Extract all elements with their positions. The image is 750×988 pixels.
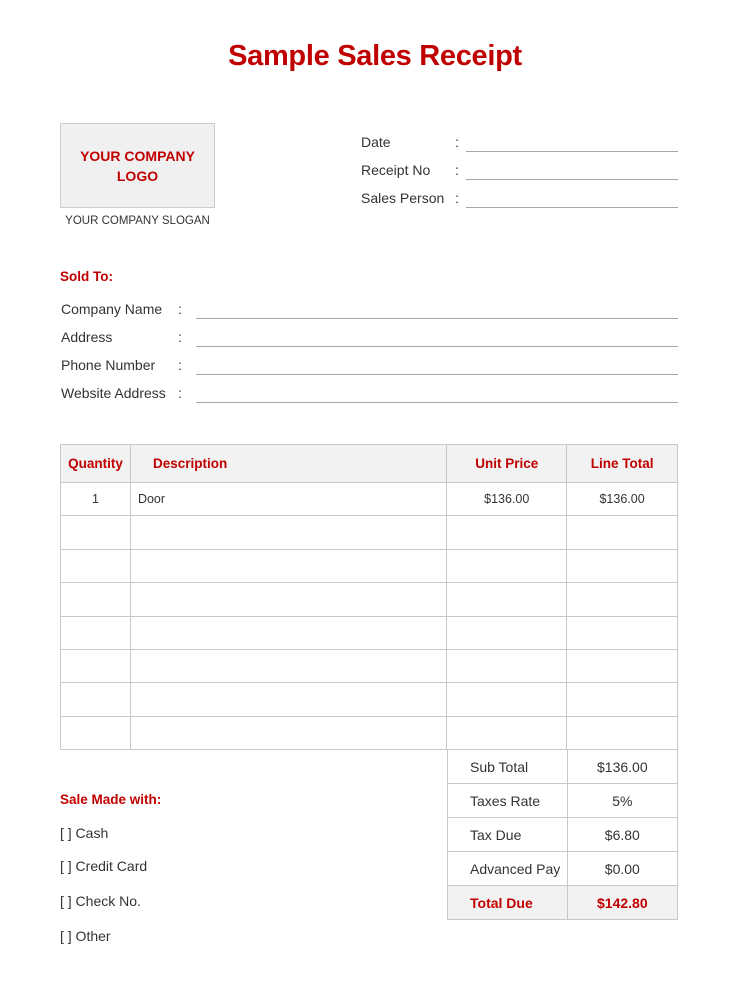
date-colon: :	[455, 134, 459, 150]
tax-due-label: Tax Due	[447, 817, 568, 852]
cell-line-total[interactable]	[566, 582, 678, 617]
table-row	[60, 715, 678, 751]
advanced-pay-value[interactable]: $0.00	[566, 851, 679, 886]
website-address-field[interactable]	[196, 402, 678, 403]
cell-quantity[interactable]	[60, 715, 131, 751]
cell-unit-price[interactable]	[446, 682, 568, 717]
cell-line-total[interactable]	[566, 715, 678, 751]
page-title: Sample Sales Receipt	[228, 40, 522, 72]
date-label: Date	[361, 134, 391, 150]
taxes-rate-label: Taxes Rate	[447, 783, 568, 818]
company-logo-placeholder: YOUR COMPANY LOGO	[60, 123, 215, 208]
summary-row-advanced-pay: Advanced Pay $0.00	[447, 851, 679, 886]
table-row	[60, 548, 678, 584]
table-row	[60, 515, 678, 550]
phone-number-colon: :	[178, 357, 182, 373]
sales-person-colon: :	[455, 190, 459, 206]
sales-person-label: Sales Person	[361, 190, 445, 206]
summary-row-tax-due: Tax Due $6.80	[447, 817, 679, 852]
summary-table: Sub Total $136.00 Taxes Rate 5% Tax Due …	[447, 749, 679, 920]
header-quantity: Quantity	[60, 444, 131, 483]
advanced-pay-label: Advanced Pay	[447, 851, 568, 886]
cell-unit-price[interactable]	[446, 548, 568, 584]
cell-description[interactable]	[129, 682, 448, 717]
sold-to-heading: Sold To:	[60, 269, 113, 284]
header-description: Description	[129, 444, 448, 483]
address-colon: :	[178, 329, 182, 345]
cell-unit-price[interactable]	[446, 615, 568, 650]
cell-unit-price[interactable]: $136.00	[446, 481, 568, 517]
table-row	[60, 682, 678, 717]
total-due-label: Total Due	[447, 885, 568, 920]
date-field[interactable]	[466, 151, 678, 152]
cell-description[interactable]	[129, 582, 448, 617]
payment-heading: Sale Made with:	[60, 792, 162, 807]
total-due-value[interactable]: $142.80	[566, 885, 679, 920]
address-field[interactable]	[196, 346, 678, 347]
table-row	[60, 648, 678, 684]
header-line-total: Line Total	[566, 444, 678, 483]
cell-unit-price[interactable]	[446, 582, 568, 617]
phone-number-label: Phone Number	[61, 357, 156, 373]
cell-line-total[interactable]	[566, 515, 678, 550]
payment-option-credit-card[interactable]: [ ] Credit Card	[60, 858, 147, 874]
cell-description[interactable]: Door	[129, 481, 448, 517]
cell-description[interactable]	[129, 515, 448, 550]
header-unit-price: Unit Price	[446, 444, 568, 483]
payment-option-check[interactable]: [ ] Check No.	[60, 893, 141, 909]
cell-description[interactable]	[129, 715, 448, 751]
cell-quantity[interactable]	[60, 515, 131, 550]
company-slogan: YOUR COMPANY SLOGAN	[65, 215, 210, 227]
sub-total-value[interactable]: $136.00	[566, 749, 679, 784]
summary-row-total-due: Total Due $142.80	[447, 885, 679, 920]
cell-unit-price[interactable]	[446, 648, 568, 684]
items-table: Quantity Description Unit Price Line Tot…	[60, 444, 678, 751]
cell-quantity[interactable]	[60, 615, 131, 650]
cell-line-total[interactable]: $136.00	[566, 481, 678, 517]
company-logo-text: YOUR COMPANY LOGO	[80, 147, 195, 184]
receipt-no-label: Receipt No	[361, 162, 431, 178]
website-address-colon: :	[178, 385, 182, 401]
sub-total-label: Sub Total	[447, 749, 568, 784]
receipt-no-colon: :	[455, 162, 459, 178]
address-label: Address	[61, 329, 113, 345]
cell-quantity[interactable]: 1	[60, 481, 131, 517]
cell-description[interactable]	[129, 548, 448, 584]
tax-due-value[interactable]: $6.80	[566, 817, 679, 852]
table-row	[60, 582, 678, 617]
cell-line-total[interactable]	[566, 682, 678, 717]
cell-quantity[interactable]	[60, 548, 131, 584]
cell-quantity[interactable]	[60, 682, 131, 717]
payment-option-cash[interactable]: [ ] Cash	[60, 825, 108, 841]
table-row	[60, 615, 678, 650]
payment-option-other[interactable]: [ ] Other	[60, 928, 111, 944]
cell-description[interactable]	[129, 615, 448, 650]
cell-unit-price[interactable]	[446, 715, 568, 751]
phone-number-field[interactable]	[196, 374, 678, 375]
cell-description[interactable]	[129, 648, 448, 684]
summary-row-sub-total: Sub Total $136.00	[447, 749, 679, 784]
website-address-label: Website Address	[61, 385, 166, 401]
table-row: 1 Door $136.00 $136.00	[60, 481, 678, 517]
company-name-field[interactable]	[196, 318, 678, 319]
cell-quantity[interactable]	[60, 648, 131, 684]
cell-line-total[interactable]	[566, 615, 678, 650]
taxes-rate-value[interactable]: 5%	[566, 783, 679, 818]
company-name-colon: :	[178, 301, 182, 317]
summary-row-taxes-rate: Taxes Rate 5%	[447, 783, 679, 818]
cell-line-total[interactable]	[566, 548, 678, 584]
receipt-no-field[interactable]	[466, 179, 678, 180]
items-table-header: Quantity Description Unit Price Line Tot…	[60, 444, 678, 483]
cell-line-total[interactable]	[566, 648, 678, 684]
cell-unit-price[interactable]	[446, 515, 568, 550]
company-name-label: Company Name	[61, 301, 163, 317]
cell-quantity[interactable]	[60, 582, 131, 617]
sales-person-field[interactable]	[466, 207, 678, 208]
